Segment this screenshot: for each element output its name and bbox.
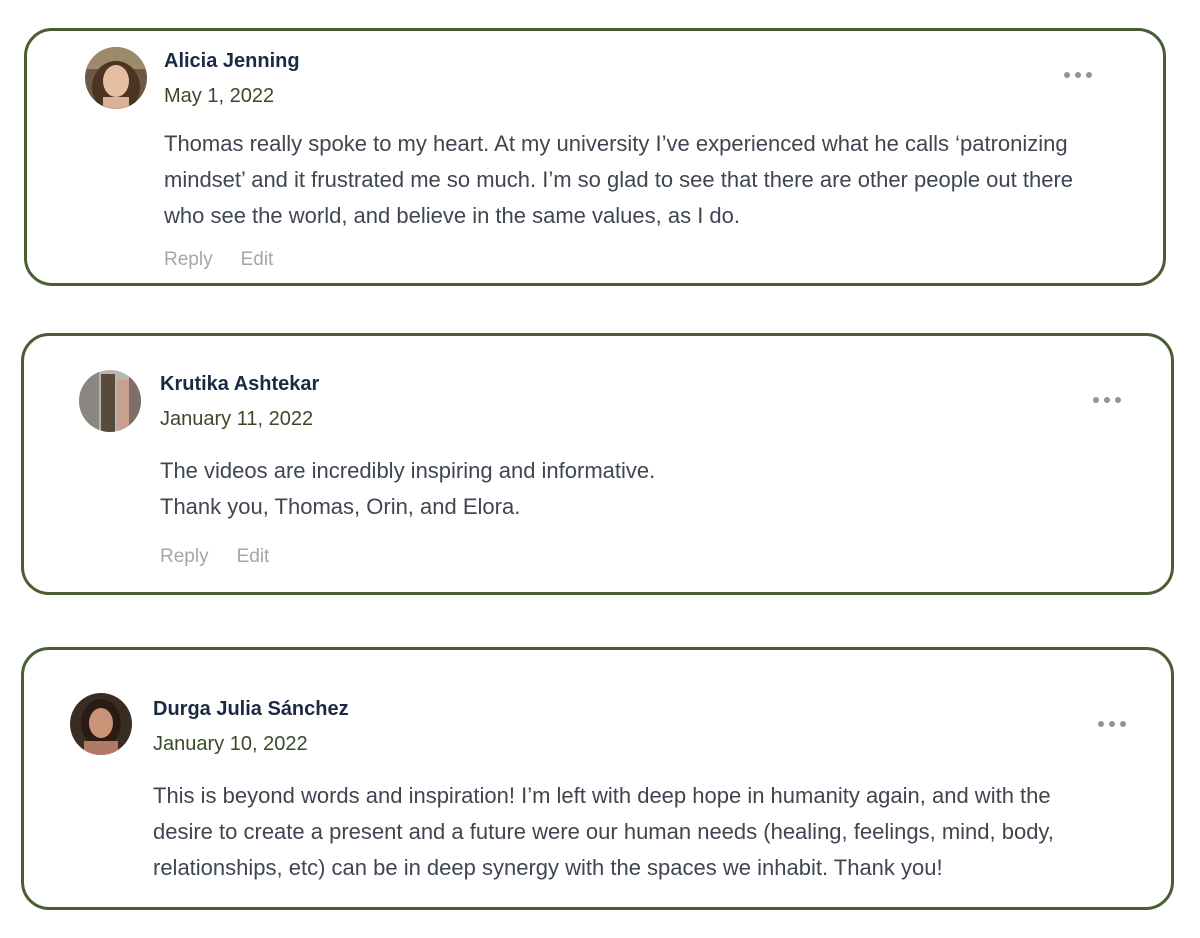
comment-date: May 1, 2022 xyxy=(164,85,275,107)
comment-text-line: who see the world, and believe in the sa… xyxy=(164,203,741,228)
comment-actions: Reply Edit xyxy=(160,546,269,568)
avatar[interactable] xyxy=(79,370,141,432)
author-name[interactable]: Alicia Jenning xyxy=(164,50,300,73)
comment-card: Durga Julia Sánchez January 10, 2022 Thi… xyxy=(21,647,1174,910)
avatar[interactable] xyxy=(85,47,147,109)
comment-card: Alicia Jenning May 1, 2022 Thomas really… xyxy=(24,28,1166,286)
more-options-icon[interactable] xyxy=(1064,68,1092,82)
comment-body: The videos are incredibly inspiring and … xyxy=(160,453,1150,525)
comment-text-line: mindset’ and it frustrated me so much. I… xyxy=(164,167,1074,192)
edit-button[interactable]: Edit xyxy=(241,249,274,271)
more-options-icon[interactable] xyxy=(1093,393,1121,407)
comment-text-line: Thank you, Thomas, Orin, and Elora. xyxy=(160,494,521,519)
author-name[interactable]: Krutika Ashtekar xyxy=(160,373,319,396)
comment-body: This is beyond words and inspiration! I’… xyxy=(153,778,1153,886)
edit-button[interactable]: Edit xyxy=(237,546,270,568)
reply-button[interactable]: Reply xyxy=(160,546,209,568)
more-options-icon[interactable] xyxy=(1098,717,1126,731)
comment-actions: Reply Edit xyxy=(164,249,273,271)
comment-text-line: relationships, etc) can be in deep syner… xyxy=(153,855,943,880)
comment-card: Krutika Ashtekar January 11, 2022 The vi… xyxy=(21,333,1174,595)
comment-date: January 11, 2022 xyxy=(160,408,314,430)
comment-date: January 10, 2022 xyxy=(153,733,308,755)
reply-button[interactable]: Reply xyxy=(164,249,213,271)
author-name[interactable]: Durga Julia Sánchez xyxy=(153,698,349,721)
comment-text-line: Thomas really spoke to my heart. At my u… xyxy=(164,131,1068,156)
comment-text-line: The videos are incredibly inspiring and … xyxy=(160,458,656,483)
comment-body: Thomas really spoke to my heart. At my u… xyxy=(164,126,1154,234)
avatar[interactable] xyxy=(70,693,132,755)
comment-text-line: This is beyond words and inspiration! I’… xyxy=(153,783,1051,808)
comment-text-line: desire to create a present and a future … xyxy=(153,819,1054,844)
